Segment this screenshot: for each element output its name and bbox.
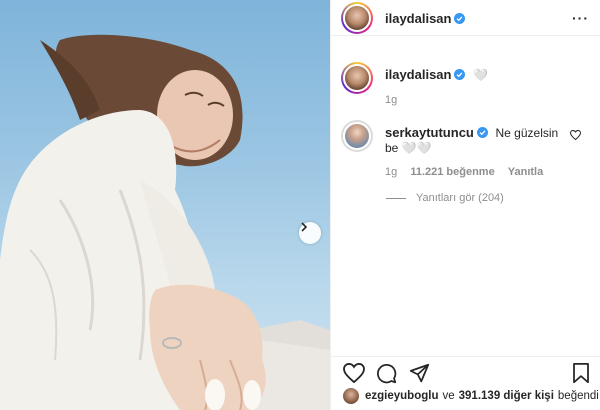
replies-divider: [386, 197, 406, 199]
comment-icon[interactable]: [376, 363, 397, 384]
comment-meta: 1g 11.221 beğenme Yanıtla: [385, 166, 543, 178]
likes-connector: ve: [442, 390, 455, 402]
action-bar: [331, 356, 600, 390]
bookmark-icon[interactable]: [572, 363, 590, 384]
comment-likes-count[interactable]: 11.221 beğenme: [410, 166, 494, 178]
next-image-button[interactable]: [299, 222, 321, 244]
more-options-icon[interactable]: ···: [572, 10, 589, 26]
caption-text: 🤍: [473, 68, 489, 82]
view-replies-label[interactable]: Yanıtları gör (204): [416, 192, 504, 204]
author-username[interactable]: ilaydalisan: [385, 11, 451, 26]
comment-row: serkaytutuncu Ne güzelsin be 🤍🤍: [385, 125, 565, 155]
caption-avatar[interactable]: [341, 62, 373, 94]
heart-icon[interactable]: [343, 363, 365, 383]
caption-author[interactable]: ilaydalisan: [385, 67, 451, 82]
reply-button[interactable]: Yanıtla: [508, 166, 543, 178]
caption-row: ilaydalisan 🤍: [385, 67, 488, 82]
commenter-avatar[interactable]: [341, 120, 373, 152]
chevron-right-icon: [301, 222, 308, 232]
post-photo[interactable]: [0, 0, 330, 410]
verified-badge-icon: [476, 127, 488, 138]
liker-avatar[interactable]: [343, 388, 359, 404]
verified-badge-icon: [454, 13, 466, 24]
author-username-row[interactable]: ilaydalisan: [385, 11, 466, 26]
comment-author[interactable]: serkaytutuncu: [385, 125, 474, 140]
comment-time[interactable]: 1g: [385, 166, 397, 178]
comment-like-heart-icon[interactable]: [570, 130, 581, 140]
author-avatar[interactable]: [341, 2, 373, 34]
likes-others-count[interactable]: 391.139 diğer kişi: [459, 390, 554, 402]
share-icon[interactable]: [409, 363, 430, 384]
photo-illustration: [0, 34, 330, 410]
view-replies-button[interactable]: Yanıtları gör (204): [386, 192, 504, 204]
likes-suffix: beğendi: [557, 390, 599, 402]
likes-summary: ezgieyuboglu ve 391.139 diğer kişi beğen…: [343, 388, 599, 404]
post-detail-panel: ilaydalisan ··· ilaydalisan 🤍 1g serkayt…: [330, 0, 600, 410]
liker-username[interactable]: ezgieyuboglu: [365, 390, 438, 402]
post-header: ilaydalisan ···: [331, 0, 600, 36]
caption-time[interactable]: 1g: [385, 94, 397, 106]
verified-badge-icon: [454, 69, 466, 80]
